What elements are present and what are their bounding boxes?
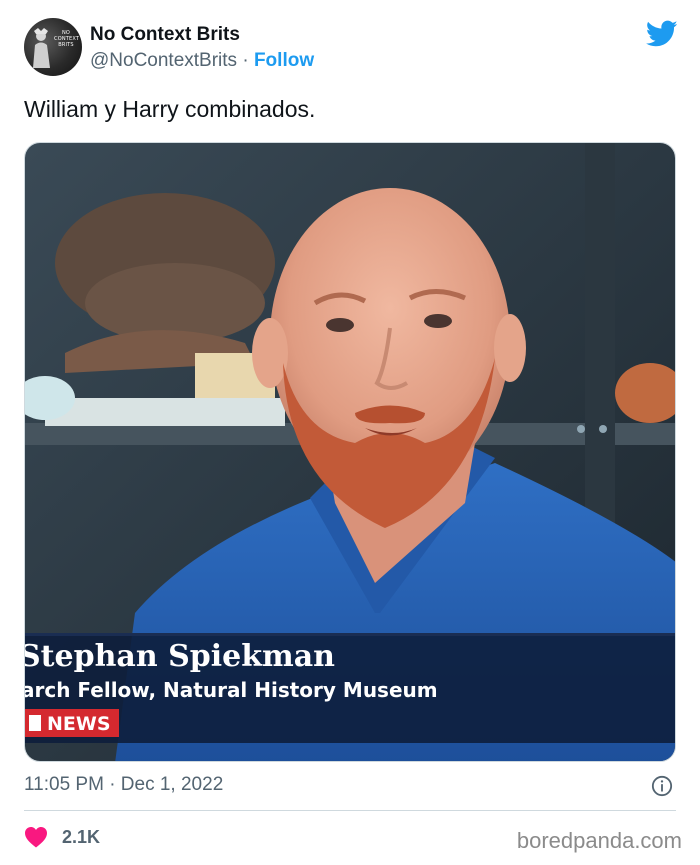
like-button[interactable]: 2.1K — [24, 824, 100, 850]
info-icon[interactable] — [651, 775, 673, 797]
watermark: boredpanda.com — [516, 828, 682, 853]
caption-title: arch Fellow, Natural History Museum — [25, 678, 438, 702]
avatar[interactable]: NO CONTEXT BRITS — [24, 18, 82, 76]
heart-icon — [25, 827, 47, 848]
tweet-media-image[interactable]: Stephan Spiekman arch Fellow, Natural Hi… — [24, 142, 676, 762]
account-name[interactable]: No Context Brits — [90, 24, 240, 46]
like-count: 2.1K — [62, 826, 101, 847]
twitter-bird-icon[interactable] — [646, 20, 678, 48]
tweet-text: William y Harry combinados. — [24, 96, 316, 122]
caption-name: Stephan Spiekman — [25, 639, 335, 674]
follow-button[interactable]: Follow — [254, 50, 314, 71]
account-handle[interactable]: @NoContextBrits — [90, 50, 237, 71]
handle-row: @NoContextBrits · Follow — [90, 50, 314, 72]
tweet-header: NO CONTEXT BRITS No Context Brits @NoCon… — [24, 18, 680, 80]
news-photo: Stephan Spiekman arch Fellow, Natural Hi… — [25, 143, 675, 761]
avatar-text: NO CONTEXT BRITS — [54, 30, 80, 48]
avatar-figure-icon — [33, 28, 50, 68]
tweet-timestamp[interactable]: 11:05 PM · Dec 1, 2022 — [24, 774, 223, 796]
news-logo-icon — [29, 715, 41, 731]
separator-dot: · — [242, 50, 249, 71]
news-badge-text: NEWS — [47, 713, 111, 735]
divider — [24, 810, 676, 811]
